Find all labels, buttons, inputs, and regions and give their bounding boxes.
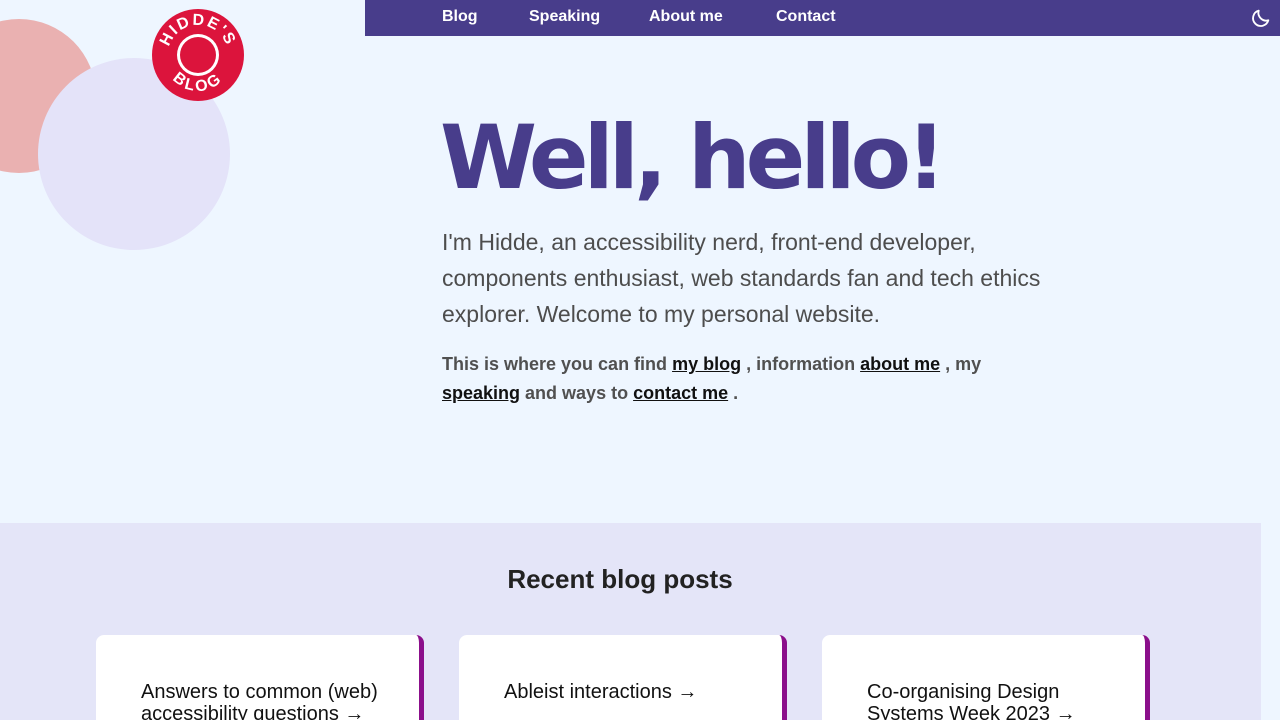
main-nav: Blog Speaking About me Contact [365, 0, 1280, 36]
post-card-link[interactable]: Answers to common (web) accessibility qu… [141, 681, 381, 720]
post-card: Ableist interactions → [459, 635, 787, 720]
site-logo[interactable]: HIDDE'S BLOG [151, 8, 245, 102]
hero-links: This is where you can find my blog , inf… [442, 350, 1042, 408]
logo-badge-icon: HIDDE'S BLOG [152, 9, 244, 101]
nav-item-about[interactable]: About me [649, 7, 723, 27]
link-contact-me[interactable]: contact me [633, 383, 728, 403]
nav-item-blog[interactable]: Blog [442, 7, 478, 27]
post-card: Answers to common (web) accessibility qu… [96, 635, 424, 720]
link-about-me[interactable]: about me [860, 354, 940, 374]
hero-intro: I'm Hidde, an accessibility nerd, front-… [442, 229, 1041, 327]
hero-links-prefix: This is where you can find [442, 354, 668, 374]
recent-posts-title: Recent blog posts [507, 564, 733, 594]
link-speaking[interactable]: speaking [442, 383, 520, 403]
hero-links-end: . [733, 383, 739, 403]
recent-posts-section: Recent blog posts Answers to common (web… [0, 523, 1261, 720]
hero-links-sep3: and ways to [525, 383, 629, 403]
post-card-link[interactable]: Co-organising Design Systems Week 2023 → [867, 681, 1107, 720]
page-title: Well, hello! [440, 106, 946, 209]
theme-toggle-button[interactable] [1250, 7, 1272, 29]
moon-icon [1252, 9, 1270, 27]
nav-item-speaking[interactable]: Speaking [529, 7, 600, 27]
hero-links-sep1: , information [746, 354, 856, 374]
nav-item-contact[interactable]: Contact [776, 7, 836, 27]
link-my-blog[interactable]: my blog [672, 354, 741, 374]
post-card-link[interactable]: Ableist interactions → [504, 681, 744, 703]
post-card: Co-organising Design Systems Week 2023 → [822, 635, 1150, 720]
hero-links-sep2: , my [945, 354, 982, 374]
